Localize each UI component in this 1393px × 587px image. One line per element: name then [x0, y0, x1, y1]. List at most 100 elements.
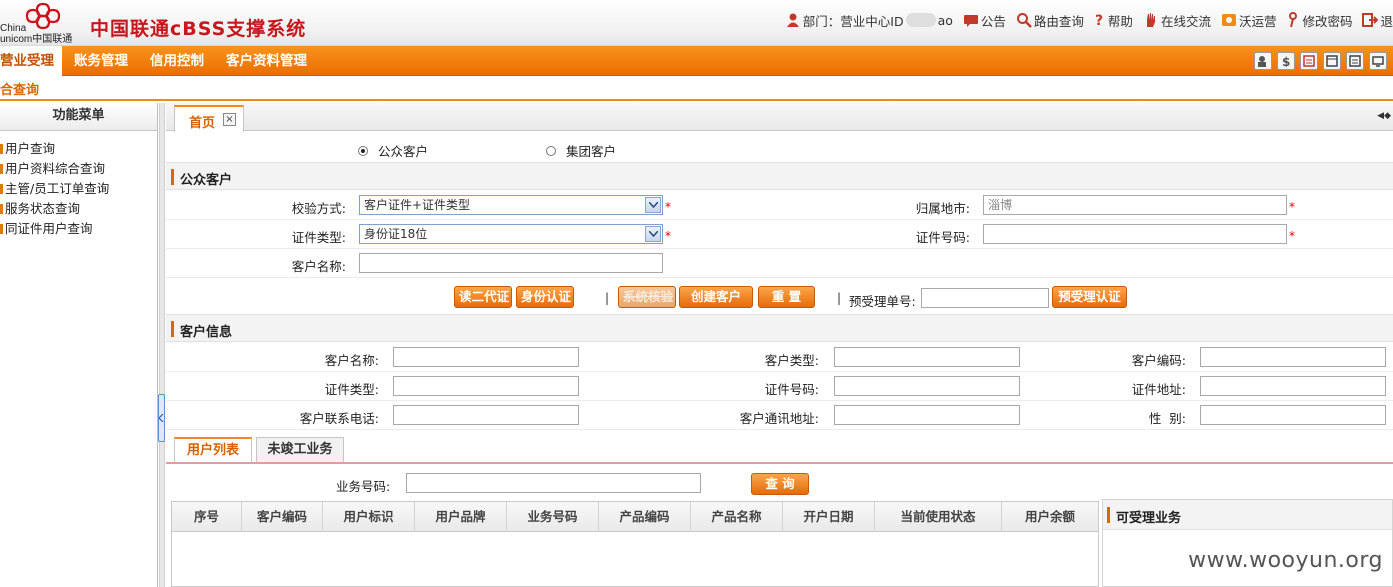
reset-button[interactable]: 重 置	[758, 286, 815, 308]
service-number-input[interactable]	[406, 473, 701, 493]
info-id-address-label: 证件地址:	[1131, 382, 1186, 397]
column-header: 开户日期	[783, 502, 875, 532]
system-verify-button[interactable]: 系统核验	[618, 286, 676, 308]
info-code-label: 客户编码:	[1131, 353, 1186, 368]
id-auth-button[interactable]: 身份认证	[516, 286, 574, 308]
verify-method-select[interactable]: 客户证件+证件类型	[359, 195, 663, 215]
info-row: 客户联系电话: 客户通讯地址: 性 别:	[166, 401, 1393, 430]
info-name-input[interactable]	[393, 347, 579, 367]
section-bar	[1107, 507, 1110, 523]
notice-link-label: 公告	[980, 13, 1006, 29]
info-phone-input[interactable]	[393, 405, 579, 425]
separator: |	[605, 291, 610, 305]
route-query-link[interactable]: 路由查询	[1016, 11, 1084, 30]
customer-name-label: 客户名称:	[291, 259, 346, 274]
screen-icon[interactable]	[1369, 52, 1387, 70]
section-public-customer: 公众客户	[166, 162, 1393, 190]
add-user-icon[interactable]	[1254, 52, 1272, 70]
info-type-input[interactable]	[834, 347, 1020, 367]
sub-nav-item-query[interactable]: 合查询	[0, 79, 39, 98]
required-mark: *	[665, 229, 671, 243]
required-mark: *	[665, 200, 671, 214]
info-type-label: 客户类型:	[764, 353, 819, 368]
tab-pending-business[interactable]: 未竣工业务	[256, 437, 344, 463]
list-icon[interactable]	[1346, 52, 1364, 70]
magnifier-icon	[1016, 13, 1032, 28]
pre-order-auth-button[interactable]: 预受理认证	[1052, 286, 1127, 308]
region-input[interactable]: 淄博	[983, 195, 1287, 215]
pre-order-input[interactable]	[921, 288, 1049, 308]
department-info: 部门：营业中心ID ao	[785, 11, 953, 30]
info-row: 客户名称: 客户类型: 客户编码:	[166, 343, 1393, 372]
left-menu-title: 功能菜单	[0, 103, 157, 131]
radio-public-label: 公众客户	[378, 144, 429, 159]
china-unicom-logo: China unicom中国联通	[0, 0, 80, 46]
customer-name-input[interactable]	[359, 253, 663, 273]
help-icon: ?	[1095, 13, 1103, 28]
change-password-link[interactable]: 修改密码	[1286, 11, 1352, 30]
help-link[interactable]: ? 帮助	[1094, 11, 1133, 30]
online-chat-link[interactable]: 在线交流	[1143, 11, 1211, 30]
form-icon[interactable]	[1300, 52, 1318, 70]
info-id-type-input[interactable]	[393, 376, 579, 396]
hand-icon	[1146, 13, 1155, 27]
menu-item-same-id-query[interactable]: 同证件用户查询	[0, 219, 157, 239]
tab-home-label: 首页	[189, 116, 216, 131]
nav-item-customer-data[interactable]: 客户资料管理	[226, 46, 307, 76]
info-code-input[interactable]	[1200, 347, 1386, 367]
wo-ops-link[interactable]: 沃运营	[1221, 11, 1276, 30]
tab-user-list[interactable]: 用户列表	[174, 437, 252, 463]
system-title: 中国联通cBSS支撑系统	[90, 18, 307, 40]
tab-scroll-arrows-icon[interactable]: ◀◆	[1377, 111, 1391, 121]
close-icon[interactable]: ×	[223, 113, 236, 126]
online-chat-label: 在线交流	[1160, 13, 1211, 29]
content-area: 首页 × ◀◆ 公众客户 集团客户 公众客户 校验方式: 客户证件+证件类型 *…	[166, 103, 1393, 587]
user-icon	[786, 13, 799, 27]
info-id-number-input[interactable]	[834, 376, 1020, 396]
menu-item-service-status[interactable]: 服务状态查询	[0, 199, 157, 219]
app-header: China unicom中国联通 中国联通cBSS支撑系统 部门：营业中心ID …	[0, 0, 1393, 46]
key-icon	[1289, 12, 1298, 28]
watermark: www.wooyun.org	[1188, 548, 1383, 573]
info-mail-address-label: 客户通讯地址:	[739, 411, 819, 426]
radio-group-label: 集团客户	[566, 144, 617, 159]
read-id-card-button[interactable]: 读二代证	[454, 286, 512, 308]
query-button[interactable]: 查 询	[751, 473, 809, 495]
tab-divider	[166, 462, 1393, 464]
tab-home[interactable]: 首页 ×	[174, 105, 244, 132]
notice-link[interactable]: 公告	[963, 11, 1006, 30]
menu-item-user-data-query[interactable]: 用户资料综合查询	[0, 159, 157, 179]
notice-icon	[963, 15, 978, 27]
form-row: 客户名称:	[166, 249, 1393, 278]
menu-item-user-query[interactable]: 用户查询	[0, 139, 157, 159]
nav-item-billing[interactable]: 账务管理	[74, 46, 128, 76]
logout-link[interactable]: 退	[1362, 11, 1393, 30]
sub-nav: 合查询	[0, 76, 1393, 101]
id-type-select[interactable]: 身份证18位	[359, 224, 663, 244]
separator: |	[837, 291, 842, 305]
info-id-address-input[interactable]	[1200, 376, 1386, 396]
radio-group-customer[interactable]: 集团客户	[546, 141, 616, 160]
svg-text:unicom中国联通: unicom中国联通	[0, 32, 72, 45]
create-customer-button[interactable]: 创建客户	[679, 286, 753, 308]
user-table: 序号 客户编码 用户标识 用户品牌 业务号码 产品编码 产品名称 开户日期 当前…	[171, 501, 1099, 587]
required-mark: *	[1289, 229, 1295, 243]
radio-public-customer[interactable]: 公众客户	[358, 141, 428, 160]
nav-item-business[interactable]: 营业受理	[0, 46, 62, 77]
available-business-panel: 可受理业务	[1102, 499, 1393, 587]
svg-text:China: China	[0, 23, 27, 34]
info-id-type-label: 证件类型:	[324, 382, 379, 397]
window-icon[interactable]	[1323, 52, 1341, 70]
change-password-label: 修改密码	[1302, 13, 1353, 29]
info-gender-input[interactable]	[1200, 405, 1386, 425]
menu-item-order-query[interactable]: 主管/员工订单查询	[0, 179, 157, 199]
collapse-handle[interactable]	[158, 394, 165, 442]
nav-item-credit[interactable]: 信用控制	[150, 46, 204, 76]
id-number-input[interactable]	[983, 224, 1287, 244]
info-mail-address-input[interactable]	[834, 405, 1020, 425]
money-icon[interactable]: $	[1277, 52, 1295, 70]
panel-splitter[interactable]	[159, 103, 165, 587]
id-number-label: 证件号码:	[915, 230, 970, 245]
chevron-down-icon	[645, 226, 661, 242]
chevron-left-icon	[159, 414, 164, 422]
